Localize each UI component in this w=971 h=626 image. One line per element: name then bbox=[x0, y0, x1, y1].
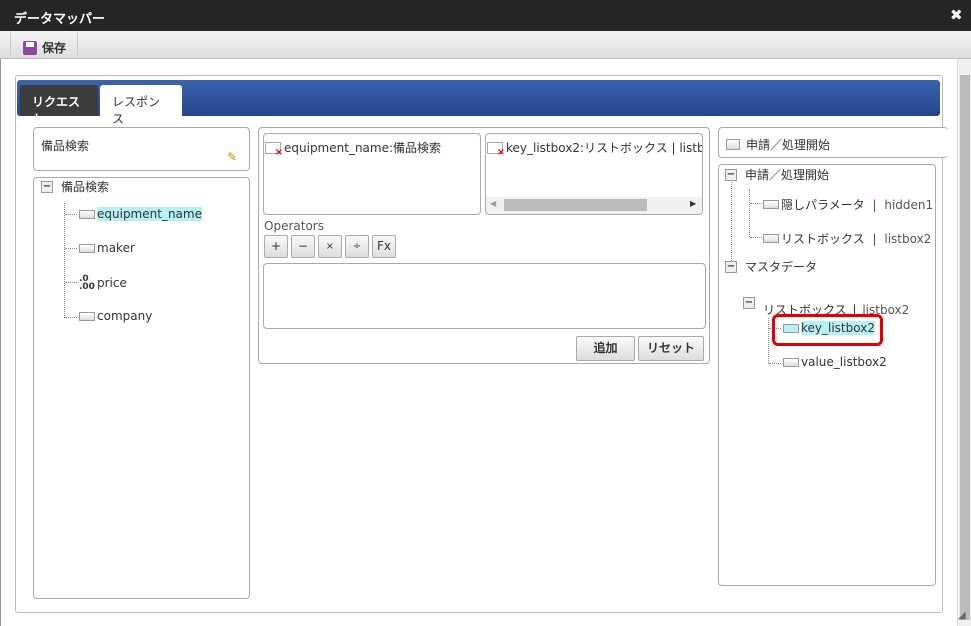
target-drop-box[interactable]: key_listbox2:リストボックス | listbox2.マ ◀ ▶ bbox=[485, 133, 703, 215]
operator-plus-button[interactable]: + bbox=[264, 235, 288, 258]
close-icon[interactable]: ✖ bbox=[950, 6, 963, 24]
number-field-icon: .0.00 bbox=[79, 274, 95, 292]
resize-grip-icon[interactable]: ◢ bbox=[958, 610, 966, 621]
text-field-icon bbox=[783, 357, 799, 367]
collapse-icon[interactable]: − bbox=[725, 168, 737, 181]
edit-pencil-icon[interactable]: ✎ bbox=[227, 150, 237, 164]
tree-item-equipment-name[interactable]: equipment_name bbox=[79, 207, 202, 221]
tree-item-listbox2[interactable]: リストボックス | listbox2 bbox=[763, 230, 931, 247]
text-field-icon bbox=[79, 209, 95, 219]
operator-function-button[interactable]: Fx bbox=[372, 235, 396, 258]
tree-item-price[interactable]: .0.00 price bbox=[79, 274, 127, 292]
collapse-icon[interactable]: − bbox=[743, 296, 755, 309]
operator-divide-button[interactable]: ÷ bbox=[345, 235, 369, 258]
target-tree bbox=[718, 164, 936, 586]
tab-response[interactable]: レスポンス bbox=[100, 85, 182, 126]
save-label: 保存 bbox=[42, 41, 67, 55]
search-box[interactable]: 備品検索 ✎ bbox=[33, 127, 250, 171]
toolbar bbox=[0, 31, 971, 59]
target-form-header: 申請／処理開始 bbox=[718, 127, 948, 158]
tree-item-value-listbox2[interactable]: value_listbox2 bbox=[783, 355, 887, 369]
add-button[interactable]: 追加 bbox=[576, 336, 635, 361]
tree-item-maker[interactable]: maker bbox=[79, 241, 135, 255]
operators-label: Operators bbox=[264, 219, 324, 233]
source-tree bbox=[33, 177, 250, 599]
text-field-icon bbox=[763, 234, 779, 243]
operator-minus-button[interactable]: − bbox=[291, 235, 315, 258]
vertical-scrollbar[interactable] bbox=[957, 59, 971, 626]
search-value: 備品検索 bbox=[41, 139, 90, 153]
operator-multiply-button[interactable]: × bbox=[318, 235, 342, 258]
tree-item-company[interactable]: company bbox=[79, 309, 152, 323]
broken-image-icon bbox=[487, 141, 505, 158]
tree-node-application[interactable]: − 申請／処理開始 bbox=[725, 166, 829, 183]
broken-image-icon bbox=[265, 141, 283, 158]
collapse-icon[interactable]: − bbox=[41, 180, 53, 193]
target-item: key_listbox2:リストボックス | listbox2.マ bbox=[506, 141, 703, 155]
window-title: データマッパー bbox=[0, 0, 971, 31]
save-button[interactable]: 保存 bbox=[10, 31, 78, 58]
text-field-icon bbox=[79, 243, 95, 253]
text-field-icon bbox=[79, 311, 95, 321]
floppy-disk-icon bbox=[23, 40, 37, 55]
tree-item-key-listbox2[interactable]: key_listbox2 bbox=[783, 321, 875, 335]
collapse-icon[interactable]: − bbox=[725, 260, 737, 273]
source-item: equipment_name:備品検索 bbox=[284, 141, 442, 155]
text-field-icon bbox=[783, 323, 799, 333]
horizontal-scrollbar[interactable]: ◀ ▶ bbox=[486, 197, 702, 214]
tab-request[interactable]: リクエスト bbox=[20, 85, 98, 126]
text-field-icon bbox=[763, 200, 779, 209]
tree-item-hidden1[interactable]: 隠しパラメータ | hidden1 bbox=[763, 196, 933, 213]
source-drop-box[interactable]: equipment_name:備品検索 bbox=[263, 133, 481, 215]
reset-button[interactable]: リセット bbox=[638, 336, 704, 361]
tree-node-root[interactable]: − 備品検索 bbox=[41, 178, 109, 195]
tree-node-master-data[interactable]: − マスタデータ bbox=[725, 258, 817, 275]
expression-textarea[interactable] bbox=[263, 263, 706, 329]
form-icon bbox=[726, 139, 740, 150]
